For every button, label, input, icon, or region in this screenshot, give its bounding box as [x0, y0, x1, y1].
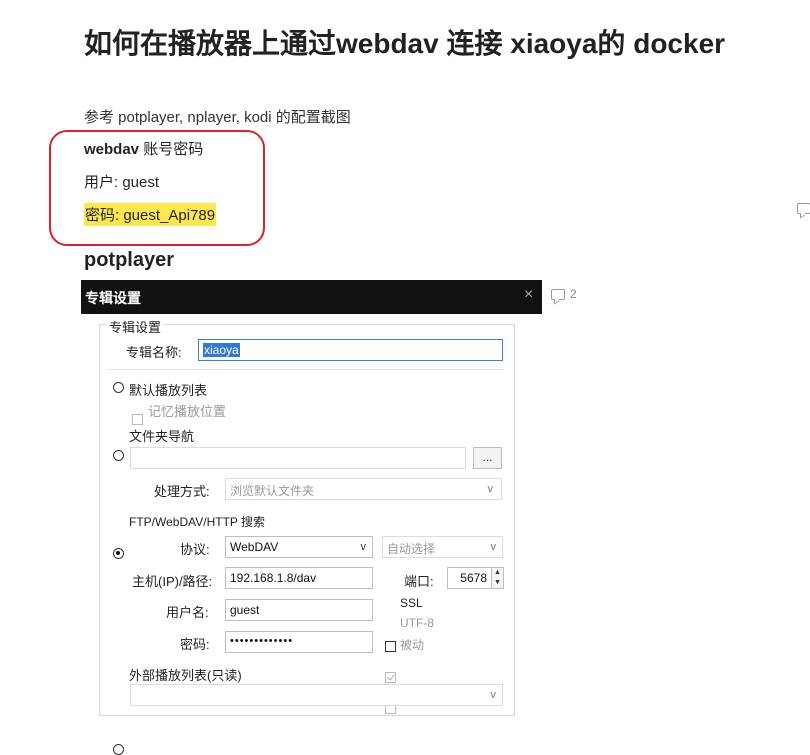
process-select[interactable]: 浏览默认文件夹 v [225, 478, 502, 500]
process-label: 处理方式: [154, 484, 210, 499]
utf8-checkbox[interactable] [385, 672, 396, 683]
encoding-value: 自动选择 [387, 542, 436, 556]
radio-default-playlist-label: 默认播放列表 [129, 383, 208, 398]
chevron-down-icon: v [490, 689, 497, 701]
radio-folder-nav[interactable] [113, 450, 124, 461]
folder-path-input[interactable] [130, 447, 466, 469]
intro-text: 参考 potplayer, nplayer, kodi 的配置截图 [84, 109, 351, 126]
passive-label: 被动 [400, 638, 425, 652]
ssl-checkbox[interactable] [385, 641, 396, 652]
side-comment-icon[interactable] [797, 203, 810, 216]
external-playlist-select[interactable]: v [130, 684, 503, 706]
radio-ftp-webdav-label: FTP/WebDAV/HTTP 搜索 [129, 515, 266, 529]
password-input[interactable]: ••••••••••••• [225, 631, 373, 653]
close-icon[interactable]: × [524, 286, 533, 304]
chevron-down-icon: v [360, 541, 367, 553]
comment-icon [797, 203, 810, 214]
chevron-down-icon: v [487, 483, 494, 495]
group-label: 专辑设置 [106, 317, 165, 336]
separator [108, 369, 504, 370]
radio-external-playlist-label: 外部播放列表(只读) [129, 668, 242, 683]
dialog-title-bar [81, 280, 542, 314]
spin-up-icon[interactable]: ▲ [492, 568, 503, 578]
utf8-label: UTF-8 [400, 616, 434, 630]
page-title: 如何在播放器上通过webdav 连接 xiaoya的 docker [84, 28, 726, 59]
comment-icon [551, 288, 565, 300]
password-label: 密码: [180, 637, 210, 652]
album-name-value: xiaoya [203, 343, 240, 357]
radio-default-playlist[interactable] [113, 382, 124, 393]
comment-count-badge[interactable]: 2 [551, 287, 577, 301]
ssl-label: SSL [400, 596, 423, 610]
browse-button[interactable]: ... [473, 447, 502, 469]
port-label: 端口: [404, 574, 434, 589]
protocol-value: WebDAV [230, 540, 279, 554]
album-name-label: 专辑名称: [126, 345, 182, 360]
credentials-annotation-box [49, 130, 265, 246]
radio-ftp-webdav[interactable] [113, 548, 124, 559]
protocol-select[interactable]: WebDAV v [225, 536, 373, 558]
radio-folder-nav-label: 文件夹导航 [129, 429, 195, 444]
host-label: 主机(IP)/路径: [132, 574, 213, 589]
remember-position-checkbox[interactable] [132, 414, 143, 425]
process-value: 浏览默认文件夹 [230, 484, 315, 498]
comment-count: 2 [570, 287, 577, 301]
protocol-label: 协议: [180, 542, 210, 557]
dialog-title: 专辑设置 [85, 290, 141, 306]
radio-external-playlist[interactable] [113, 744, 124, 755]
section-heading-potplayer: potplayer [84, 249, 175, 271]
host-input[interactable]: 192.168.1.8/dav [225, 567, 373, 589]
spin-down-icon[interactable]: ▼ [492, 578, 503, 588]
username-label: 用户名: [166, 605, 209, 620]
username-input[interactable]: guest [225, 599, 373, 621]
chevron-down-icon: v [490, 541, 497, 553]
remember-position-label: 记忆播放位置 [148, 404, 227, 419]
album-name-input[interactable]: xiaoya [198, 339, 503, 361]
port-stepper[interactable]: ▲ ▼ [491, 567, 504, 589]
port-input[interactable]: 5678 [447, 567, 492, 589]
encoding-select[interactable]: 自动选择 v [382, 536, 503, 558]
